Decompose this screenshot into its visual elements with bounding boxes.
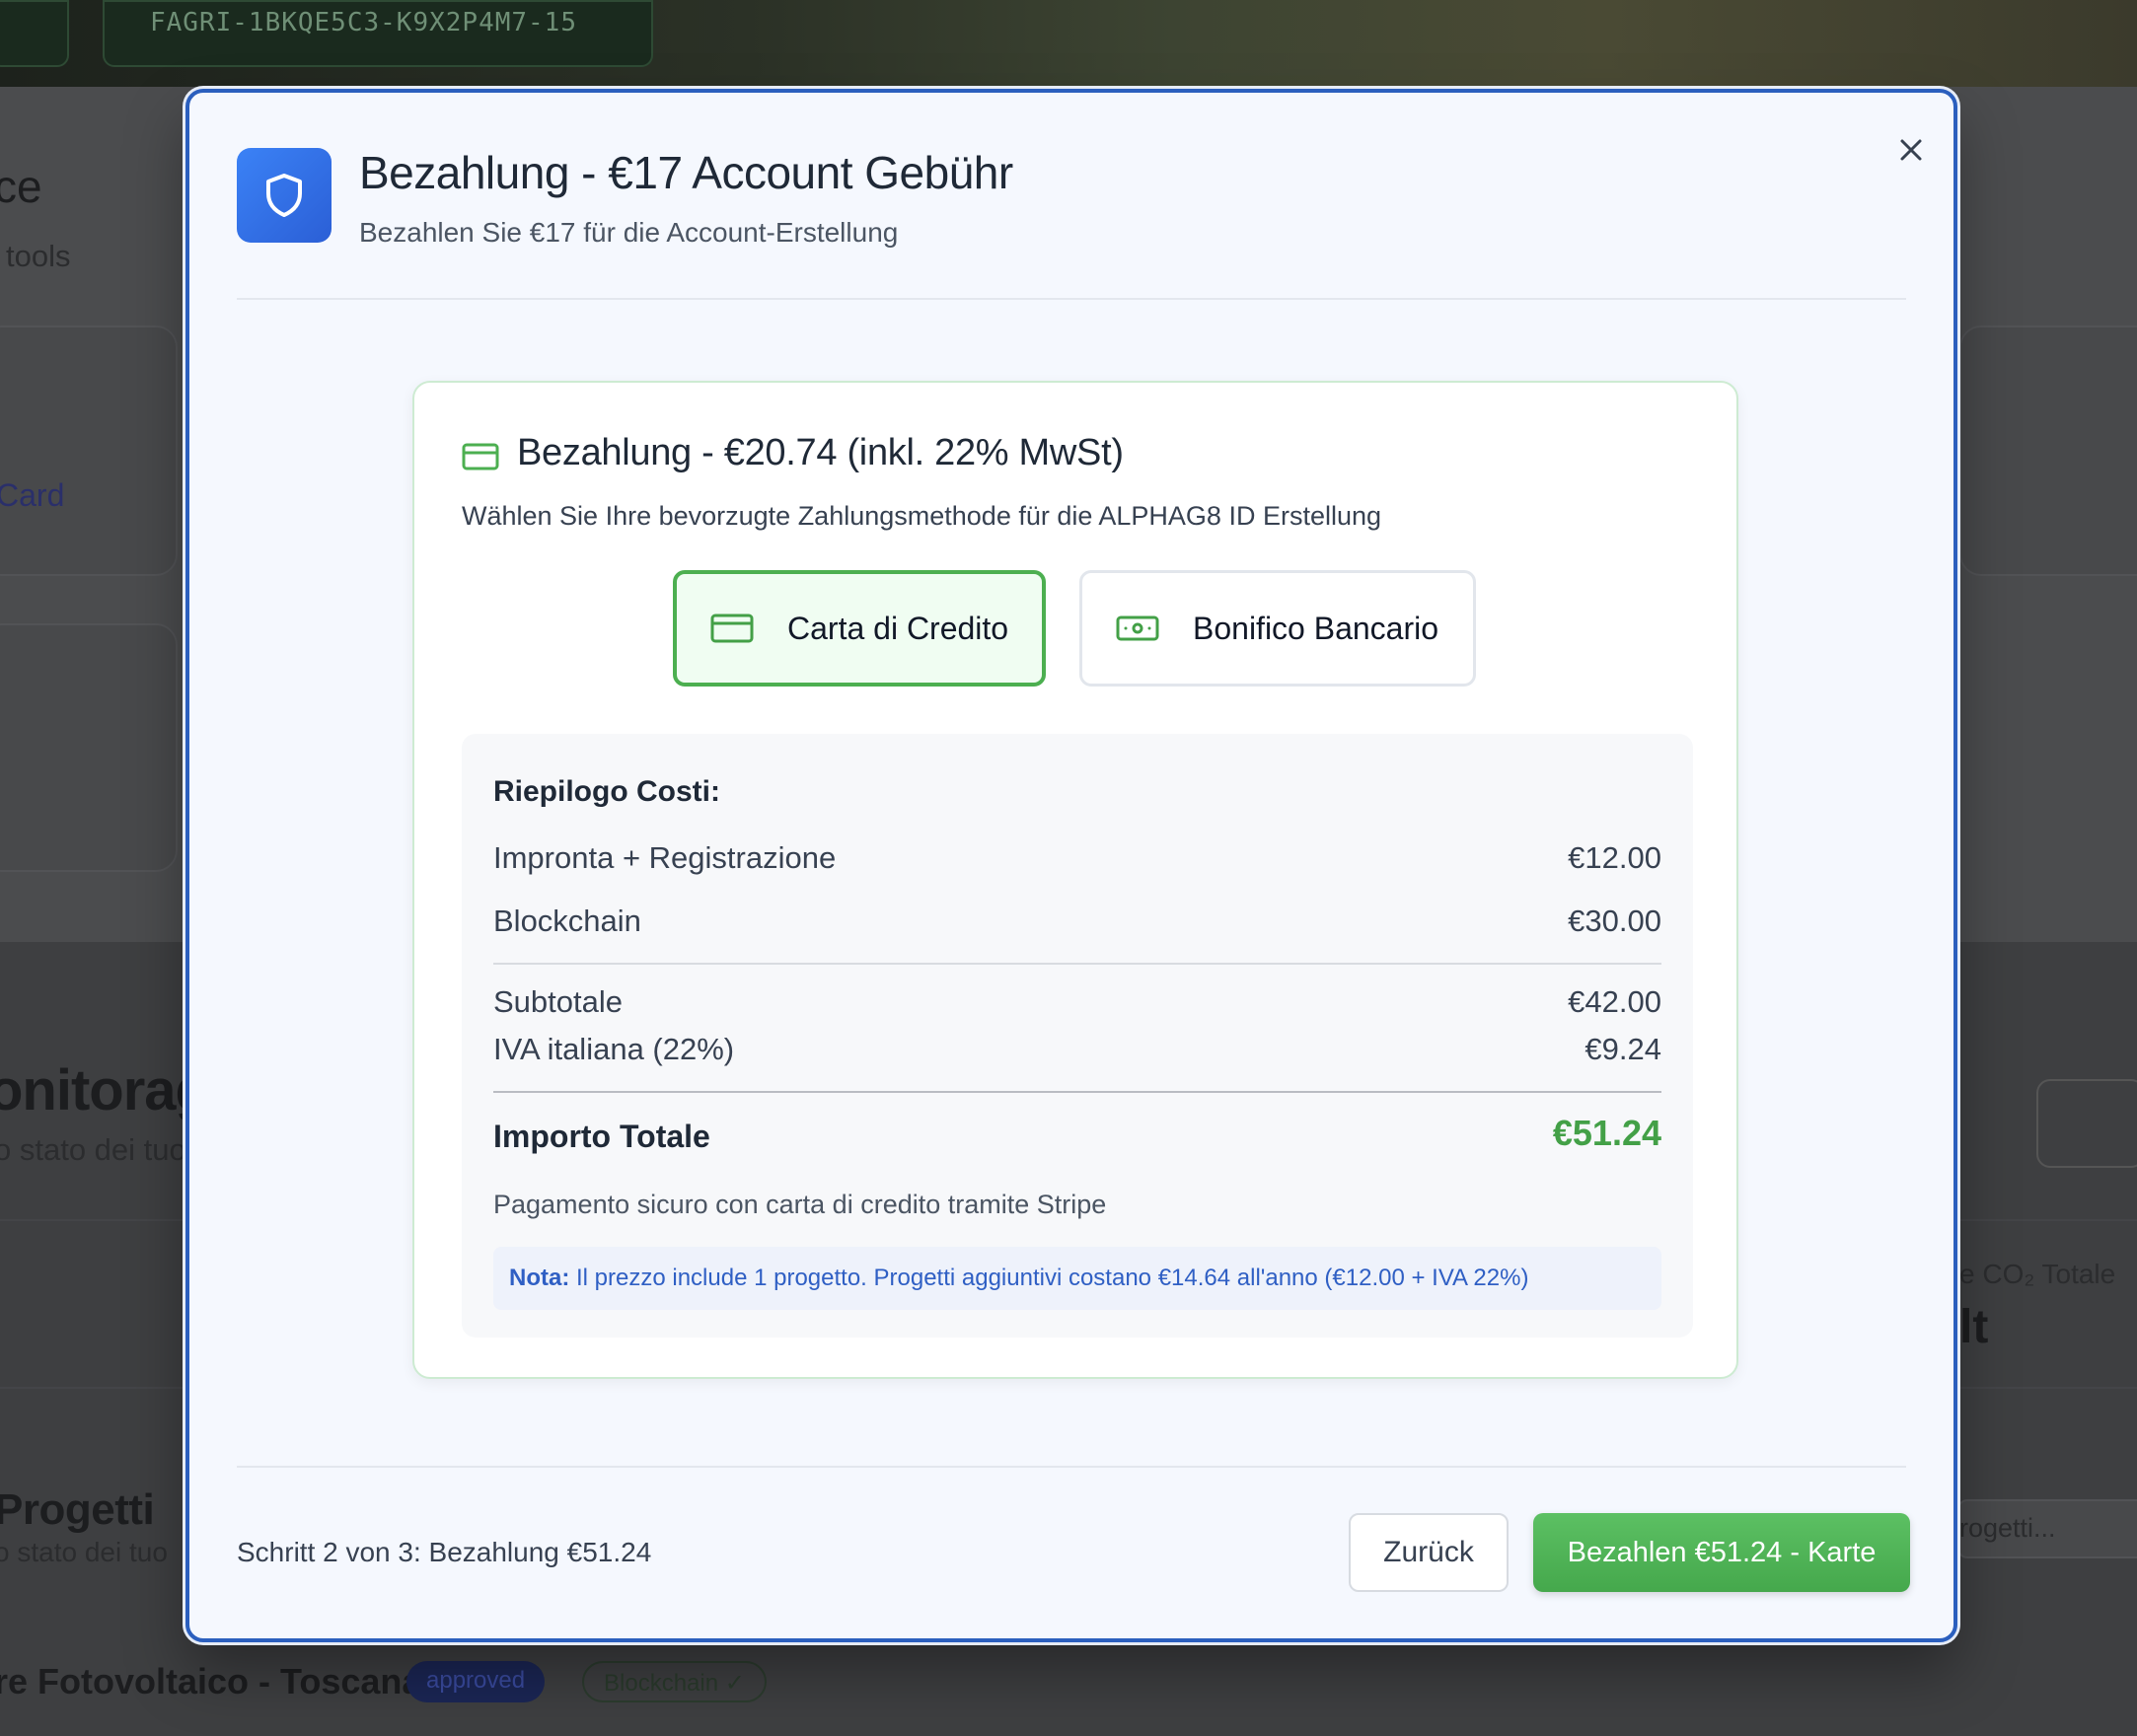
step-indicator: Schritt 2 von 3: Bezahlung €51.24: [237, 1537, 652, 1567]
vat-value: €9.24: [1584, 1032, 1661, 1066]
bg-card-left: [0, 326, 178, 576]
pricing-note: Nota: Il prezzo include 1 progetto. Prog…: [493, 1247, 1661, 1310]
summary-item-label: Blockchain: [493, 904, 641, 938]
note-text: Il prezzo include 1 progetto. Progetti a…: [576, 1265, 1529, 1291]
method-label: Bonifico Bancario: [1193, 610, 1439, 646]
secure-payment-note: Pagamento sicuro con carta di credito tr…: [493, 1190, 1107, 1219]
credit-card-icon: [710, 614, 754, 643]
total-label: Importo Totale: [493, 1119, 710, 1154]
method-bank-transfer-button[interactable]: Bonifico Bancario: [1079, 570, 1476, 687]
bg-card-link: Card: [0, 477, 65, 513]
summary-item-label: Impronta + Registrazione: [493, 840, 837, 875]
bg-card-left-2: [0, 623, 178, 872]
bg-stat-value: lt: [1959, 1301, 1989, 1353]
summary-item-value: €12.00: [1568, 840, 1661, 875]
bg-heading-fragment: ce: [0, 161, 42, 212]
payment-title: Bezahlung - €20.74 (inkl. 22% MwSt): [517, 432, 1124, 473]
bg-section-heading: onitorag: [0, 1058, 210, 1122]
vat-label: IVA italiana (22%): [493, 1032, 735, 1066]
payment-description: Wählen Sie Ihre bevorzugte Zahlungsmetho…: [462, 501, 1382, 531]
bg-status-badge: approved: [406, 1661, 546, 1702]
top-banner: FAGRI-1BKQE5C3-K9X2P4M7-15: [0, 0, 2137, 87]
modal-subtitle: Bezahlen Sie €17 für die Account-Erstell…: [359, 217, 899, 248]
bg-blockchain-badge: Blockchain ✓: [582, 1661, 767, 1702]
id-code: FAGRI-1BKQE5C3-K9X2P4M7-15: [150, 8, 577, 37]
banknote-icon: [1116, 615, 1159, 641]
header-divider: [237, 298, 1906, 300]
bg-search-placeholder: rogetti...: [1959, 1513, 2056, 1543]
summary-item-value: €30.00: [1568, 904, 1661, 938]
topbar-chip: [0, 0, 69, 67]
back-button[interactable]: Zurück: [1349, 1513, 1509, 1592]
bg-stat-label: e CO₂ Totale: [1959, 1259, 2116, 1289]
cost-summary: Riepilogo Costi: Impronta + Registrazion…: [462, 734, 1693, 1338]
subtotal-value: €42.00: [1568, 984, 1661, 1019]
payment-card: Bezahlung - €20.74 (inkl. 22% MwSt) Wähl…: [412, 381, 1738, 1379]
bg-search-input: rogetti...: [1957, 1499, 2137, 1558]
note-label: Nota:: [509, 1265, 570, 1291]
payment-modal: Bezahlung - €17 Account Gebühr Bezahlen …: [185, 89, 1957, 1642]
bg-projects-heading: Progetti: [0, 1485, 155, 1534]
method-label: Carta di Credito: [787, 610, 1009, 646]
method-credit-card-button[interactable]: Carta di Credito: [673, 570, 1046, 687]
subtotal-label: Subtotale: [493, 984, 623, 1019]
footer-divider: [237, 1466, 1906, 1468]
credit-card-icon: [462, 443, 499, 470]
close-icon: [1900, 139, 1922, 161]
summary-divider: [493, 1091, 1661, 1093]
bg-refresh-button: [2036, 1079, 2137, 1168]
pay-button[interactable]: Bezahlen €51.24 - Karte: [1533, 1513, 1910, 1592]
bg-card-right: [1959, 326, 2137, 576]
summary-divider: [493, 963, 1661, 965]
shield-icon: [266, 174, 302, 217]
bg-section-subtitle: o stato dei tuo: [0, 1132, 186, 1167]
bg-subtitle-fragment: tools: [6, 239, 71, 273]
bg-project-name: re Fotovoltaico - Toscana: [0, 1661, 422, 1701]
header-icon-badge: [237, 148, 332, 243]
total-value: €51.24: [1552, 1113, 1661, 1153]
modal-title: Bezahlung - €17 Account Gebühr: [359, 147, 1013, 198]
close-button[interactable]: [1891, 130, 1931, 170]
summary-title: Riepilogo Costi:: [493, 775, 720, 808]
bg-projects-subtitle: o stato dei tuo: [0, 1537, 168, 1567]
